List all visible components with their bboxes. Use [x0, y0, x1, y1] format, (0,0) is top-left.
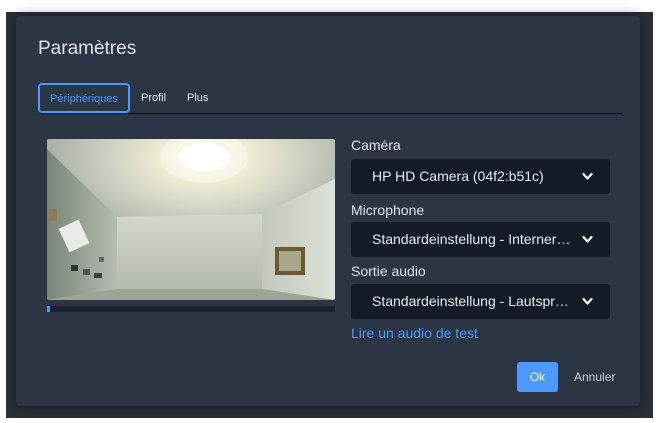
- microphone-select-value: Standardeinstellung - Interner Mikrofona…: [372, 231, 572, 247]
- camera-select[interactable]: HP HD Camera (04f2:b51c): [351, 159, 610, 194]
- settings-tabs: Périphériques Profil Plus: [38, 83, 623, 114]
- tab-profile[interactable]: Profil: [141, 83, 166, 113]
- audio-output-label: Sortie audio: [351, 263, 426, 279]
- chevron-down-icon: [582, 172, 593, 180]
- microphone-label: Microphone: [351, 202, 425, 218]
- test-audio-link[interactable]: Lire un audio de test: [351, 325, 478, 341]
- dialog-title: Paramètres: [38, 38, 137, 59]
- camera-label: Caméra: [351, 137, 401, 153]
- audio-output-select-value: Standardeinstellung - Lautsprecher: [372, 293, 572, 309]
- settings-dialog: Paramètres Périphériques Profil Plus Cam…: [16, 16, 640, 406]
- mic-level-meter: [47, 306, 335, 312]
- cancel-button[interactable]: Annuler: [574, 362, 615, 392]
- camera-preview: [47, 139, 335, 300]
- camera-select-value: HP HD Camera (04f2:b51c): [372, 168, 544, 184]
- tab-devices[interactable]: Périphériques: [38, 83, 130, 113]
- camera-preview-image: [47, 139, 335, 300]
- audio-output-select[interactable]: Standardeinstellung - Lautsprecher: [351, 284, 610, 319]
- chevron-down-icon: [582, 235, 593, 243]
- ok-button[interactable]: Ok: [517, 362, 558, 392]
- mic-level-fill: [47, 306, 50, 312]
- tab-more[interactable]: Plus: [187, 83, 208, 113]
- microphone-select[interactable]: Standardeinstellung - Interner Mikrofona…: [351, 222, 610, 257]
- chevron-down-icon: [582, 297, 593, 305]
